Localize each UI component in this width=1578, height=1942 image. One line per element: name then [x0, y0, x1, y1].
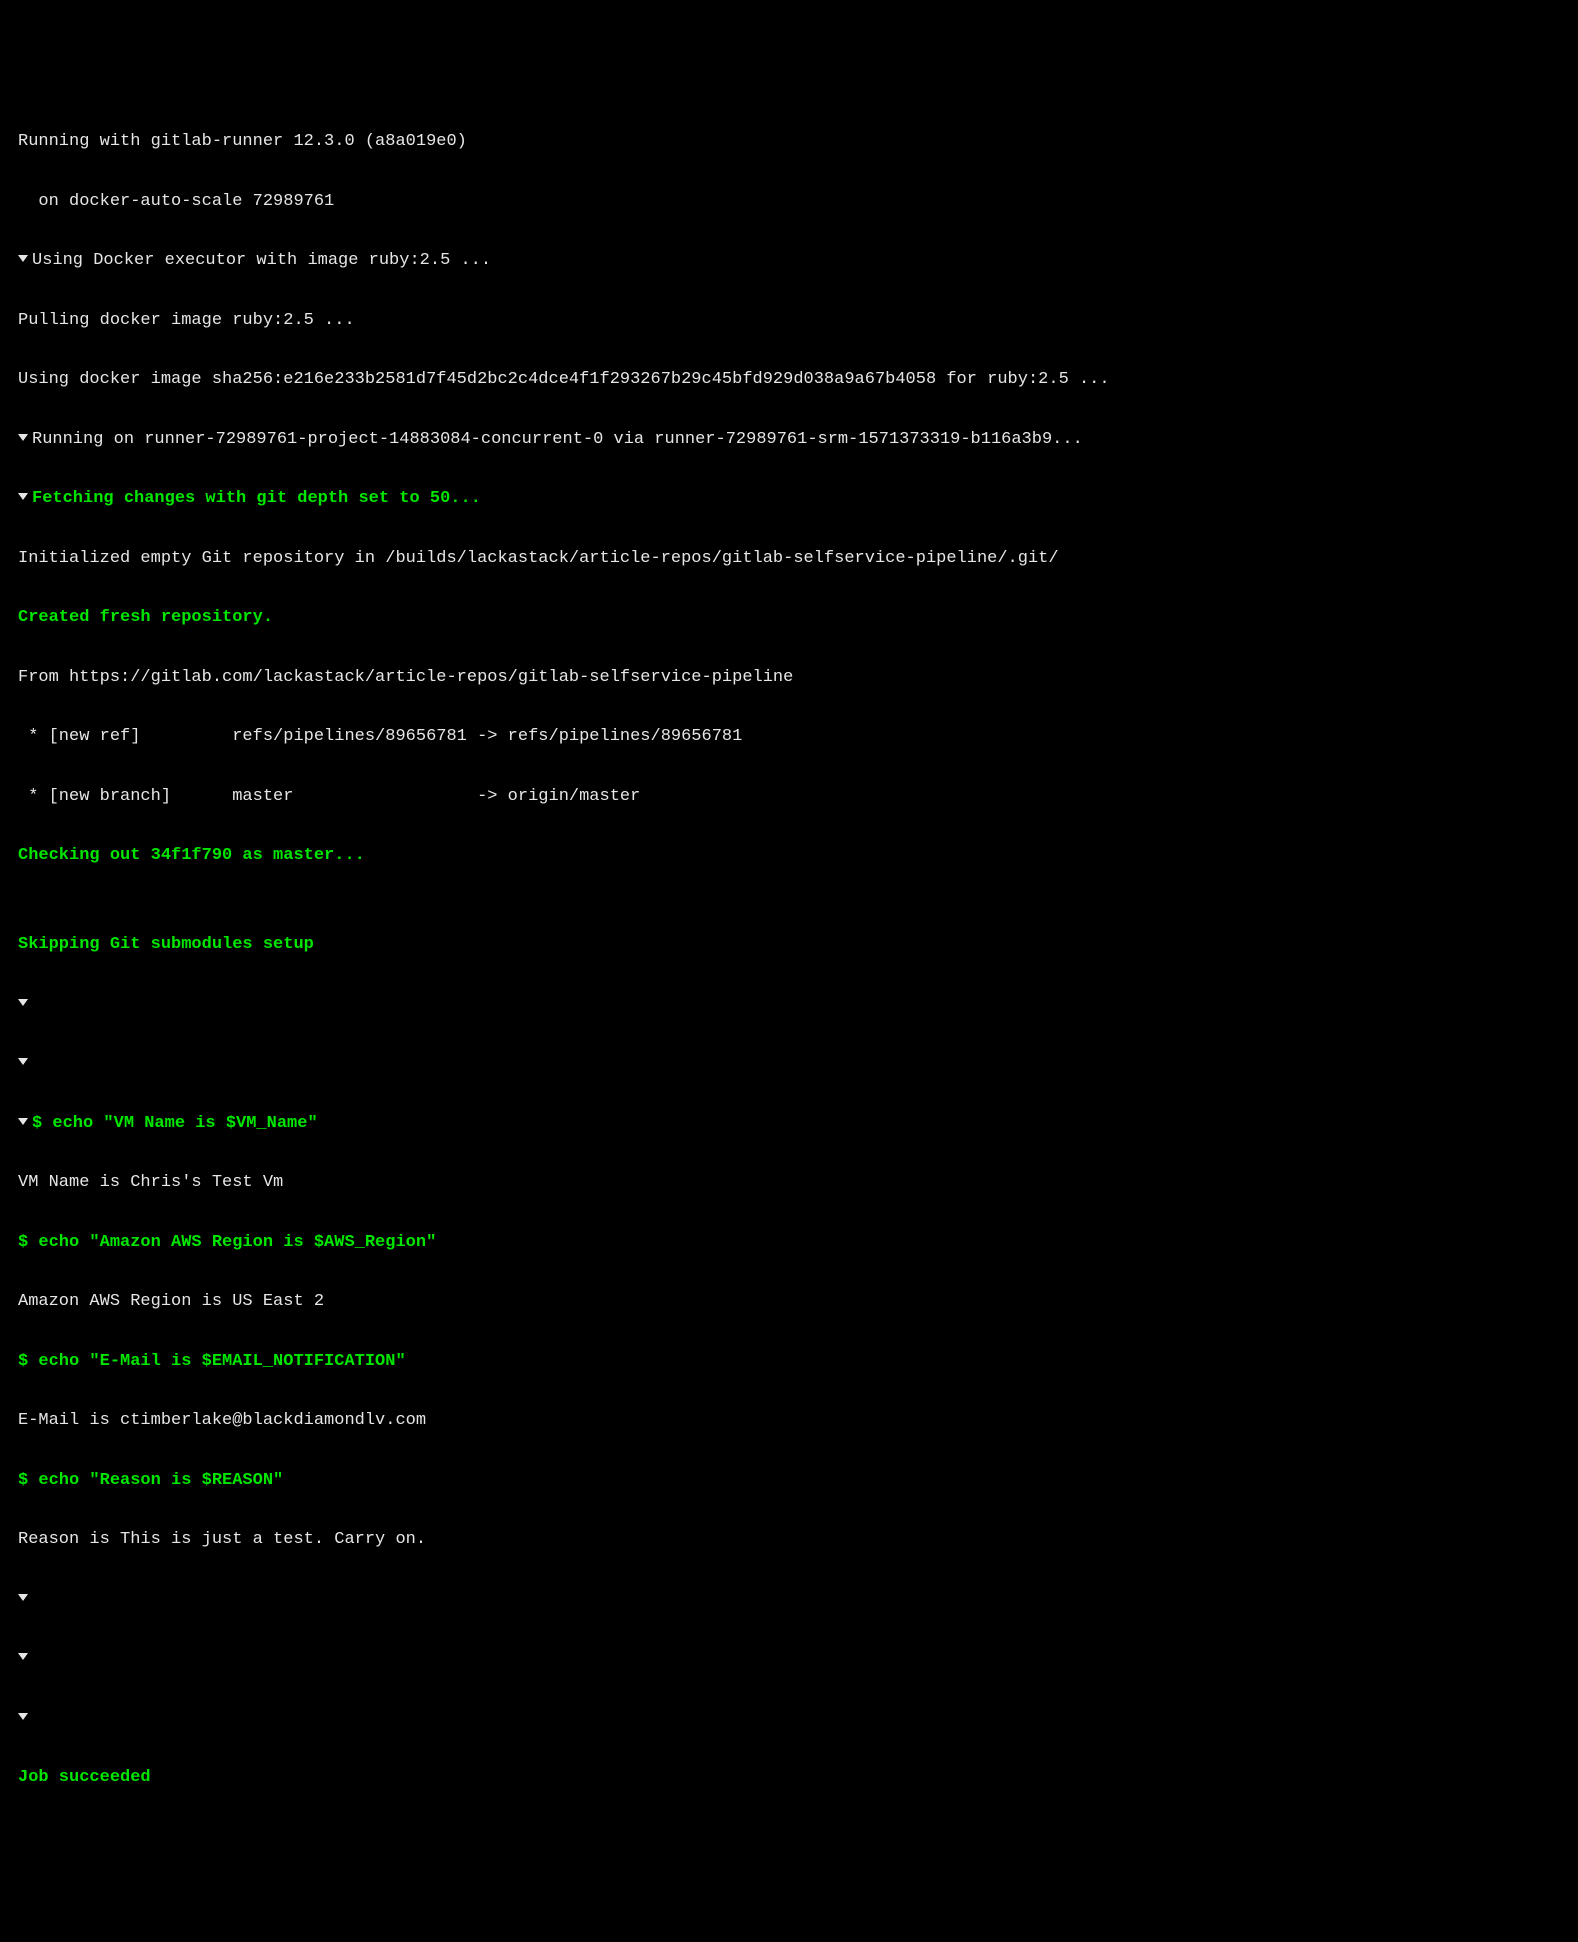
log-line: Reason is This is just a test. Carry on. — [18, 1525, 1560, 1555]
chevron-down-icon — [18, 999, 28, 1006]
log-line: $ echo "E-Mail is $EMAIL_NOTIFICATION" — [18, 1347, 1560, 1377]
job-status: Job succeeded — [18, 1763, 1560, 1793]
log-line: Created fresh repository. — [18, 603, 1560, 633]
log-line-collapsible[interactable] — [18, 1644, 1560, 1674]
log-line: Using docker image sha256:e216e233b2581d… — [18, 365, 1560, 395]
chevron-down-icon — [18, 1058, 28, 1065]
log-line-collapsible[interactable] — [18, 1704, 1560, 1734]
log-line: * [new ref] refs/pipelines/89656781 -> r… — [18, 722, 1560, 752]
log-text: Running on runner-72989761-project-14883… — [32, 430, 1083, 449]
log-text: Using Docker executor with image ruby:2.… — [32, 251, 491, 270]
log-line-collapsible[interactable] — [18, 1049, 1560, 1079]
chevron-down-icon — [18, 1118, 28, 1125]
chevron-down-icon — [18, 1653, 28, 1660]
log-text: Fetching changes with git depth set to 5… — [32, 489, 481, 508]
log-line-collapsible[interactable] — [18, 1585, 1560, 1615]
log-line: Skipping Git submodules setup — [18, 930, 1560, 960]
log-line: VM Name is Chris's Test Vm — [18, 1168, 1560, 1198]
log-line-collapsible[interactable] — [18, 990, 1560, 1020]
log-line: Amazon AWS Region is US East 2 — [18, 1287, 1560, 1317]
log-line: Pulling docker image ruby:2.5 ... — [18, 306, 1560, 336]
chevron-down-icon — [18, 1594, 28, 1601]
log-line: Checking out 34f1f790 as master... — [18, 841, 1560, 871]
log-line: Running with gitlab-runner 12.3.0 (a8a01… — [18, 127, 1560, 157]
log-line: E-Mail is ctimberlake@blackdiamondlv.com — [18, 1406, 1560, 1436]
chevron-down-icon — [18, 434, 28, 441]
log-line-collapsible[interactable]: Using Docker executor with image ruby:2.… — [18, 246, 1560, 276]
chevron-down-icon — [18, 1713, 28, 1720]
log-line: Initialized empty Git repository in /bui… — [18, 544, 1560, 574]
chevron-down-icon — [18, 493, 28, 500]
log-text: $ echo "VM Name is $VM_Name" — [32, 1114, 318, 1133]
log-line-collapsible[interactable]: $ echo "VM Name is $VM_Name" — [18, 1109, 1560, 1139]
log-line-collapsible[interactable]: Running on runner-72989761-project-14883… — [18, 425, 1560, 455]
log-line: $ echo "Reason is $REASON" — [18, 1466, 1560, 1496]
log-line: * [new branch] master -> origin/master — [18, 782, 1560, 812]
log-line: From https://gitlab.com/lackastack/artic… — [18, 663, 1560, 693]
log-line: on docker-auto-scale 72989761 — [18, 187, 1560, 217]
chevron-down-icon — [18, 255, 28, 262]
log-line-collapsible[interactable]: Fetching changes with git depth set to 5… — [18, 484, 1560, 514]
log-line: $ echo "Amazon AWS Region is $AWS_Region… — [18, 1228, 1560, 1258]
